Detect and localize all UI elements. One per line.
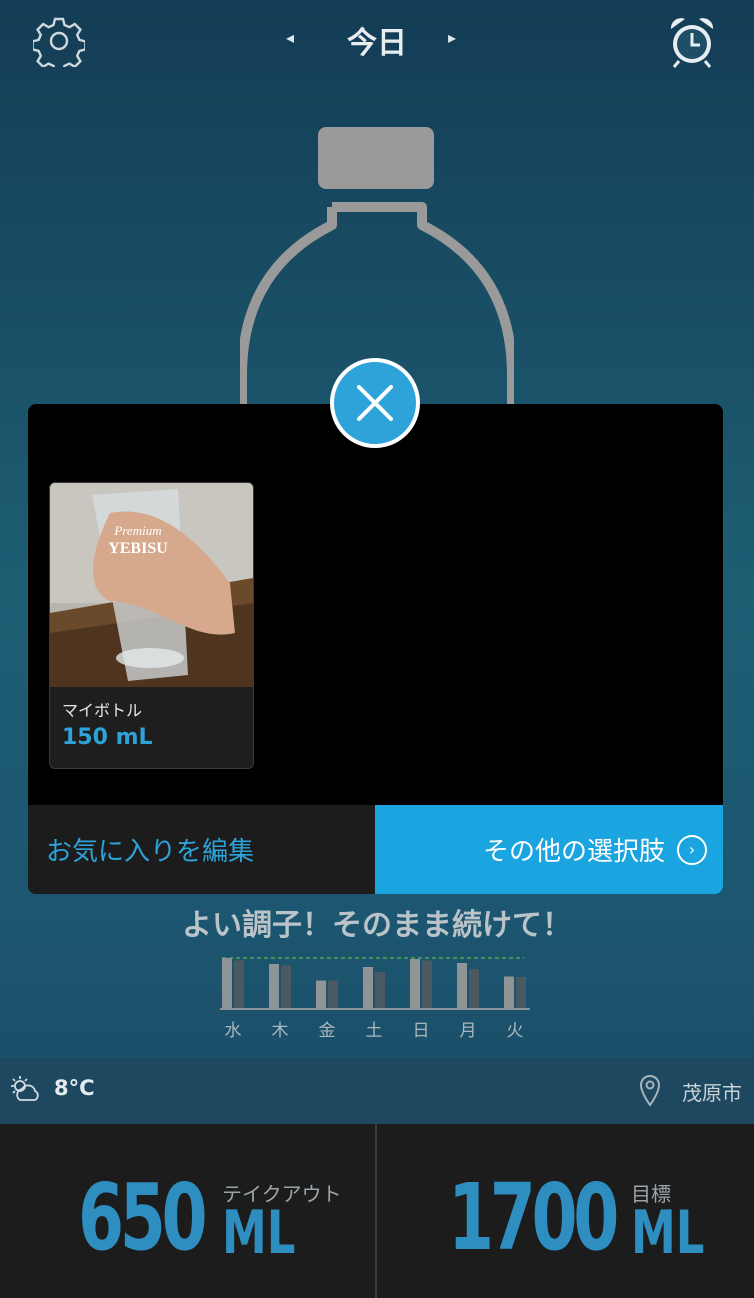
reminder-button[interactable] (664, 12, 720, 70)
glass-script-text: Premium (113, 523, 161, 538)
temperature-text: 8°C (54, 1076, 95, 1100)
day-label: 金 (318, 1021, 336, 1041)
intake-bar-0 (222, 958, 232, 1008)
intake-bar-3 (363, 967, 373, 1008)
day-label: 木 (271, 1021, 289, 1041)
target-bar-5 (469, 969, 479, 1008)
day-label: 水 (224, 1021, 242, 1041)
location-pin-icon (639, 1074, 661, 1107)
takeout-value: 650 (78, 1164, 208, 1271)
close-icon (357, 385, 393, 421)
city-name: 茂原市 (682, 1081, 742, 1105)
edit-favorites-button[interactable]: お気に入りを編集 (28, 805, 375, 894)
favorites-modal: Premium YEBISU マイボトル 150 mL お気に入りを編集 その他… (28, 404, 723, 894)
target-bar-1 (281, 965, 291, 1008)
chevron-right-icon: › (677, 834, 707, 865)
intake-bar-5 (457, 963, 467, 1008)
target-bar-2 (328, 980, 338, 1008)
takeout-unit: ML (222, 1198, 296, 1268)
target-bar-0 (234, 960, 244, 1008)
more-options-label: その他の選択肢 (482, 837, 665, 867)
intake-bar-6 (504, 976, 514, 1008)
drink-photo: Premium YEBISU (50, 483, 253, 687)
favorite-drink-amount: 150 mL (62, 725, 153, 750)
stats-divider (375, 1124, 377, 1298)
edit-favorites-label: お気に入りを編集 (46, 837, 255, 867)
intake-bar-1 (269, 964, 279, 1008)
favorite-drink-card[interactable]: Premium YEBISU マイボトル 150 mL (49, 482, 254, 769)
more-options-button[interactable]: その他の選択肢 › (375, 805, 723, 894)
partly-cloudy-icon (11, 1076, 39, 1101)
day-label: 日 (412, 1021, 430, 1041)
close-button[interactable] (330, 358, 420, 448)
goal-value: 1700 (448, 1164, 619, 1271)
day-label: 火 (506, 1021, 524, 1041)
motivation-message: よい調子！そのまま続けて！ (182, 908, 572, 943)
intake-bar-4 (410, 959, 420, 1008)
next-day-button[interactable]: ▸ (448, 28, 456, 47)
target-bar-4 (422, 960, 432, 1008)
date-title: 今日 (347, 26, 407, 61)
goal-unit: ML (631, 1198, 705, 1268)
day-label: 土 (365, 1021, 383, 1041)
glass-brand-text: YEBISU (108, 540, 168, 557)
weekly-intake-chart (220, 957, 530, 1010)
intake-bar-2 (316, 980, 326, 1008)
alarm-clock-icon (670, 18, 714, 68)
day-label: 月 (459, 1021, 477, 1041)
favorite-drink-name: マイボトル (62, 701, 143, 720)
target-bar-3 (375, 972, 385, 1008)
target-bar-6 (516, 977, 526, 1008)
